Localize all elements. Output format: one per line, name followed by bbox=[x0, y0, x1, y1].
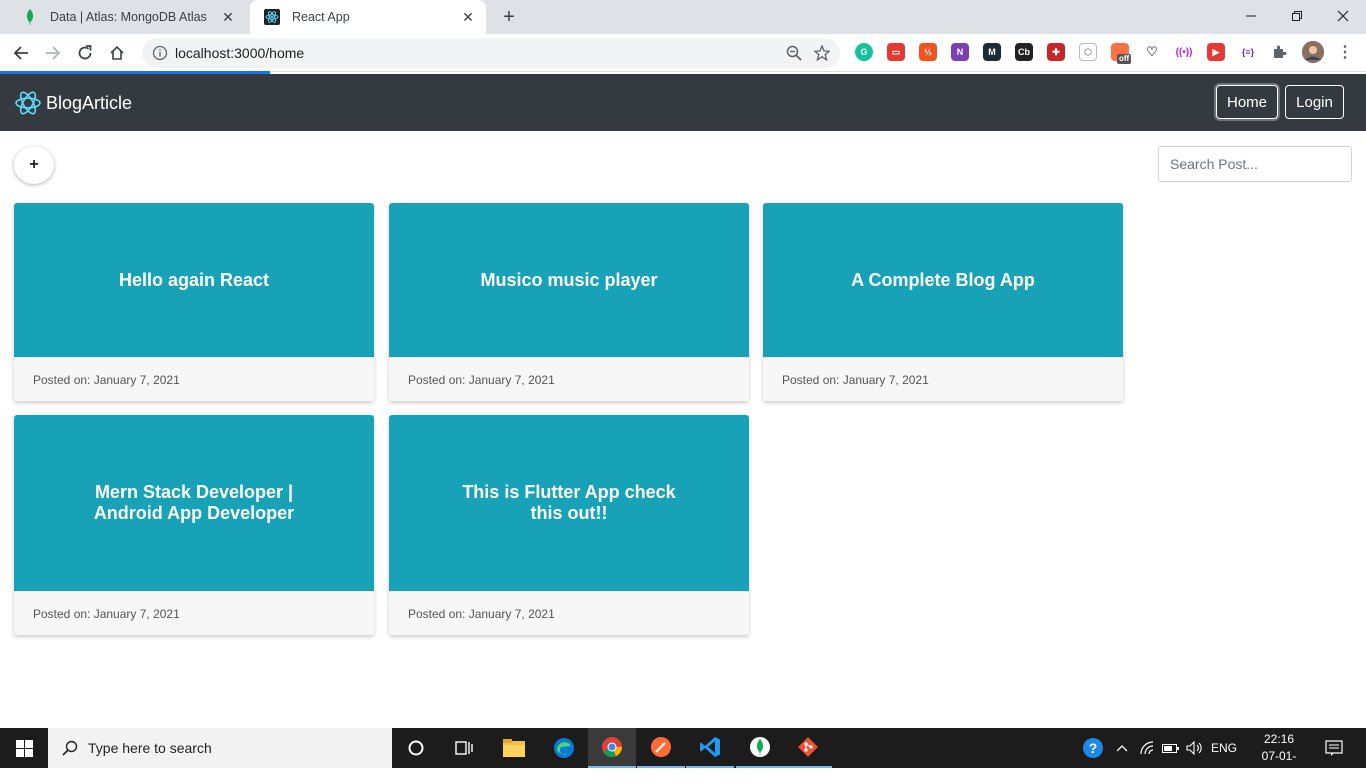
mongodb-leaf-icon bbox=[22, 9, 38, 25]
windows-start-icon[interactable] bbox=[0, 728, 48, 768]
browser-tab-strip: Data | Atlas: MongoDB Atlas ✕ React App … bbox=[0, 0, 1366, 34]
ext-m-icon[interactable]: M bbox=[983, 43, 1001, 61]
search-post-input[interactable] bbox=[1158, 146, 1352, 182]
post-date: Posted on: January 7, 2021 bbox=[14, 357, 374, 401]
brand[interactable]: BlogArticle bbox=[14, 88, 132, 118]
home-icon[interactable] bbox=[104, 40, 130, 66]
postman-icon[interactable] bbox=[637, 728, 685, 768]
browser-toolbar: localhost:3000/home G ▭ ½ N M Cb ✚ ⬡ off… bbox=[0, 34, 1366, 72]
close-tab-icon[interactable]: ✕ bbox=[458, 7, 478, 27]
ext-orange-icon[interactable]: ½ bbox=[919, 43, 937, 61]
search-icon bbox=[62, 740, 78, 756]
windows-taskbar: Type here to search ? ENG 22:16 07-01-20… bbox=[0, 728, 1366, 780]
mongodb-compass-icon[interactable] bbox=[736, 728, 784, 768]
post-card[interactable]: This is Flutter App check this out!! Pos… bbox=[389, 415, 749, 635]
profile-avatar[interactable] bbox=[1302, 41, 1324, 63]
git-icon[interactable] bbox=[784, 728, 832, 768]
pocket-icon[interactable]: ♡ bbox=[1143, 43, 1161, 61]
ext-off-badge: off bbox=[1117, 54, 1132, 64]
info-icon[interactable] bbox=[152, 45, 168, 61]
post-title: Hello again React bbox=[14, 203, 374, 357]
zoom-icon[interactable] bbox=[784, 43, 804, 63]
close-window-icon[interactable] bbox=[1320, 0, 1366, 32]
tab-title: Data | Atlas: MongoDB Atlas bbox=[50, 10, 207, 24]
ext-red-icon[interactable]: ▭ bbox=[887, 43, 905, 61]
brand-logo-icon bbox=[15, 91, 41, 115]
taskbar-clock[interactable]: 22:16 07-01-2021 bbox=[1250, 731, 1308, 782]
ext-radio-icon[interactable]: ((•)) bbox=[1175, 43, 1193, 61]
onenote-icon[interactable]: N bbox=[951, 43, 969, 61]
minimize-icon[interactable] bbox=[1228, 0, 1274, 32]
post-card[interactable]: Hello again React Posted on: January 7, … bbox=[14, 203, 374, 401]
post-card[interactable]: Mern Stack Developer | Android App Devel… bbox=[14, 415, 374, 635]
task-view-icon[interactable] bbox=[440, 728, 488, 768]
extensions-icon[interactable] bbox=[1271, 43, 1289, 61]
file-explorer-icon[interactable] bbox=[490, 728, 538, 768]
clock-date: 07-01-2021 bbox=[1261, 749, 1297, 780]
nav-login-button[interactable]: Login bbox=[1285, 85, 1344, 119]
menu-icon[interactable]: ⋮ bbox=[1336, 43, 1354, 61]
post-title: A Complete Blog App bbox=[763, 203, 1123, 357]
post-title: Musico music player bbox=[389, 203, 749, 357]
tab-mongodb-atlas[interactable]: Data | Atlas: MongoDB Atlas ✕ bbox=[8, 0, 246, 34]
app-navbar: BlogArticle Home Login bbox=[0, 74, 1366, 131]
language-indicator[interactable]: ENG bbox=[1208, 728, 1240, 768]
bookmark-star-icon[interactable] bbox=[812, 43, 832, 63]
post-date: Posted on: January 7, 2021 bbox=[763, 357, 1123, 401]
edge-icon[interactable] bbox=[540, 728, 588, 768]
restore-icon[interactable] bbox=[1274, 0, 1320, 32]
reload-icon[interactable] bbox=[72, 40, 98, 66]
post-date: Posted on: January 7, 2021 bbox=[14, 591, 374, 635]
vscode-icon[interactable] bbox=[686, 728, 734, 768]
volume-icon[interactable] bbox=[1184, 728, 1206, 768]
back-icon[interactable] bbox=[8, 40, 34, 66]
post-card[interactable]: Musico music player Posted on: January 7… bbox=[389, 203, 749, 401]
chevron-up-icon[interactable] bbox=[1112, 728, 1132, 768]
post-card[interactable]: A Complete Blog App Posted on: January 7… bbox=[763, 203, 1123, 401]
ext-off-icon[interactable]: off bbox=[1111, 43, 1132, 64]
taskbar-search-placeholder: Type here to search bbox=[88, 740, 212, 756]
react-icon bbox=[264, 9, 280, 25]
svg-text:?: ? bbox=[1089, 740, 1098, 756]
notifications-icon[interactable] bbox=[1318, 728, 1350, 768]
chrome-icon[interactable] bbox=[588, 728, 636, 768]
post-date: Posted on: January 7, 2021 bbox=[389, 357, 749, 401]
battery-icon[interactable] bbox=[1160, 728, 1182, 768]
ext-puzzle-red-icon[interactable]: ✚ bbox=[1047, 43, 1065, 61]
forward-icon[interactable] bbox=[40, 40, 66, 66]
close-tab-icon[interactable]: ✕ bbox=[218, 7, 238, 27]
tab-react-app[interactable]: React App ✕ bbox=[250, 0, 486, 34]
add-post-button[interactable]: + bbox=[14, 146, 54, 184]
url-text: localhost:3000/home bbox=[175, 45, 305, 61]
ext-red-play-icon[interactable]: ▶ bbox=[1207, 43, 1225, 61]
cortana-icon[interactable] bbox=[392, 728, 440, 768]
ext-json-icon[interactable]: {≡} bbox=[1239, 43, 1257, 61]
address-bar[interactable]: localhost:3000/home bbox=[142, 38, 840, 68]
post-title: Mern Stack Developer | Android App Devel… bbox=[14, 415, 374, 591]
wifi-icon[interactable] bbox=[1138, 728, 1158, 768]
brand-name: BlogArticle bbox=[46, 92, 133, 113]
nav-home-button[interactable]: Home bbox=[1216, 85, 1278, 119]
clock-time: 22:16 bbox=[1263, 732, 1295, 746]
post-date: Posted on: January 7, 2021 bbox=[389, 591, 749, 635]
ext-cb-icon[interactable]: Cb bbox=[1015, 43, 1033, 61]
post-title: This is Flutter App check this out!! bbox=[389, 415, 749, 591]
tab-title: React App bbox=[292, 10, 350, 24]
new-tab-button[interactable]: + bbox=[498, 6, 520, 28]
ext-hex-icon[interactable]: ⬡ bbox=[1079, 43, 1097, 61]
help-icon[interactable]: ? bbox=[1080, 728, 1106, 768]
grammarly-icon[interactable]: G bbox=[855, 43, 873, 61]
taskbar-search-box[interactable]: Type here to search bbox=[48, 728, 392, 768]
